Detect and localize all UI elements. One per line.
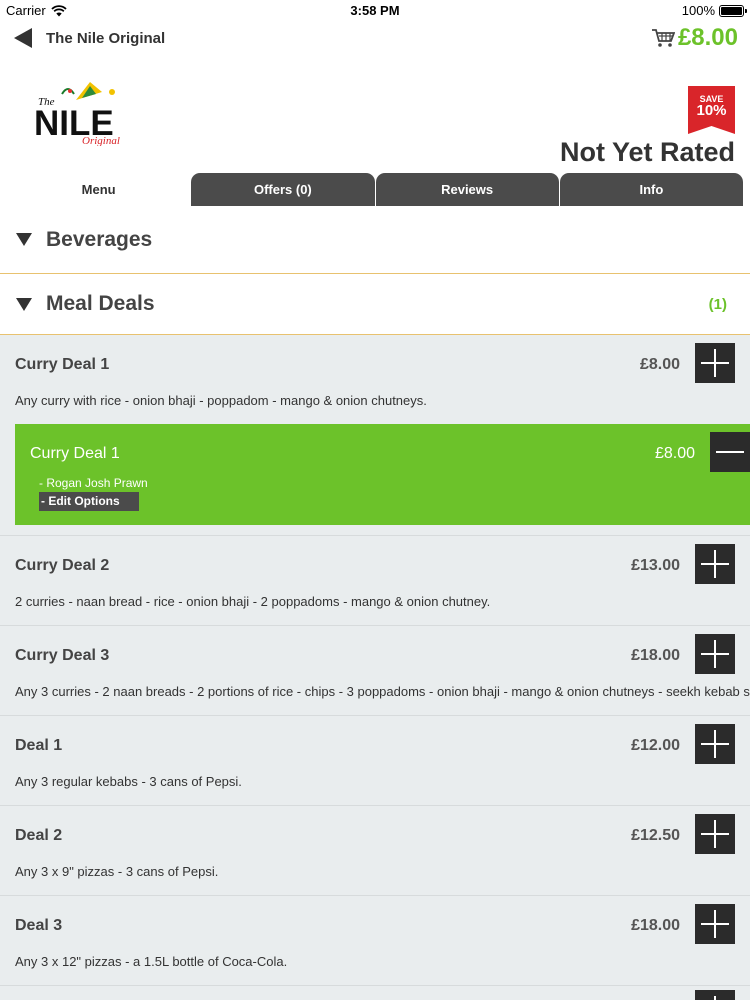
menu-item[interactable]: Curry Deal 2 £13.00 2 curries - naan bre… [0, 536, 750, 626]
menu-item[interactable]: Deal 2 £12.50 Any 3 x 9" pizzas - 3 cans… [0, 806, 750, 896]
item-price: £12.50 [631, 827, 680, 844]
item-description: Any 3 curries - 2 naan breads - 2 portio… [15, 684, 750, 699]
item-price: £8.00 [639, 356, 680, 373]
cart-entry-wrapper: Curry Deal 1 £8.00 - Rogan Josh Prawn - … [0, 424, 750, 536]
category-title: Beverages [46, 227, 153, 251]
save-percent: 10% [696, 102, 727, 119]
add-item-button[interactable] [695, 724, 735, 764]
tab-bar: Menu Offers (0) Reviews Info [7, 173, 743, 206]
save-badge: SAVE 10% [688, 86, 735, 134]
menu-item[interactable] [0, 986, 750, 1000]
collapse-triangle-icon [16, 297, 32, 311]
item-name: Curry Deal 2 [15, 557, 110, 574]
item-price: £13.00 [631, 557, 680, 574]
cart-entry-price: £8.00 [654, 445, 695, 462]
clock: 3:58 PM [350, 3, 400, 18]
edit-options-button[interactable]: - Edit Options [39, 492, 139, 511]
tab-reviews[interactable]: Reviews [375, 173, 559, 206]
item-name: Deal 2 [15, 827, 63, 844]
item-price: £18.00 [631, 647, 680, 664]
rating-status: Not Yet Rated [559, 137, 735, 167]
tab-menu[interactable]: Menu [7, 173, 191, 206]
item-description: 2 curries - naan bread - rice - onion bh… [15, 594, 491, 609]
item-description: Any curry with rice - onion bhaji - popp… [15, 393, 427, 408]
cart-total: £8.00 [677, 24, 738, 51]
cart-button[interactable]: £8.00 [651, 24, 738, 52]
battery-percent: 100% [681, 3, 715, 18]
item-name: Curry Deal 1 [15, 356, 110, 373]
back-arrow-icon [14, 28, 32, 48]
add-item-button[interactable] [695, 634, 735, 674]
item-name: Curry Deal 3 [15, 647, 110, 664]
tab-offers[interactable]: Offers (0) [191, 173, 375, 206]
menu-item[interactable]: Deal 3 £18.00 Any 3 x 12" pizzas - a 1.5… [0, 896, 750, 986]
collapse-triangle-icon [16, 233, 32, 246]
menu-item[interactable]: Curry Deal 3 £18.00 Any 3 curries - 2 na… [0, 626, 750, 716]
category-title: Meal Deals [46, 292, 155, 315]
item-name: Deal 1 [15, 737, 63, 754]
item-description: Any 3 regular kebabs - 3 cans of Pepsi. [15, 774, 242, 789]
battery-icon [719, 4, 747, 17]
tab-info[interactable]: Info [559, 173, 743, 206]
item-description: Any 3 x 12" pizzas - a 1.5L bottle of Co… [15, 954, 288, 969]
cart-icon [651, 29, 675, 47]
nav-bar: The Nile Original £8.00 [0, 22, 750, 60]
cart-entry-option: - Rogan Josh Prawn [39, 476, 148, 490]
status-bar: Carrier 3:58 PM 100% [0, 0, 750, 22]
restaurant-name: The Nile Original [46, 29, 166, 47]
add-item-button[interactable] [695, 904, 735, 944]
battery-info: 100% [681, 3, 747, 18]
cart-entry-name: Curry Deal 1 [30, 445, 120, 462]
add-item-button[interactable] [695, 343, 735, 383]
cart-entry: Curry Deal 1 £8.00 - Rogan Josh Prawn - … [15, 424, 750, 525]
item-name: Deal 3 [15, 917, 63, 934]
menu-item[interactable]: Deal 1 £12.00 Any 3 regular kebabs - 3 c… [0, 716, 750, 806]
remove-item-button[interactable] [710, 432, 750, 472]
item-price: £18.00 [631, 917, 680, 934]
menu-list: Beverages Meal Deals (1) Curry Deal 1 £8… [0, 206, 750, 1000]
category-beverages[interactable]: Beverages [0, 206, 750, 274]
item-price: £12.00 [631, 737, 680, 754]
menu-item[interactable]: Curry Deal 1 £8.00 Any curry with rice -… [0, 335, 750, 424]
category-count: (1) [708, 295, 727, 313]
back-button[interactable]: The Nile Original [14, 28, 165, 48]
add-item-button[interactable] [695, 544, 735, 584]
svg-text:Original: Original [82, 135, 120, 146]
add-item-button[interactable] [695, 990, 735, 1000]
add-item-button[interactable] [695, 814, 735, 854]
category-meal-deals[interactable]: Meal Deals (1) [0, 274, 750, 335]
item-description: Any 3 x 9" pizzas - 3 cans of Pepsi. [15, 864, 219, 879]
restaurant-logo: The NILE Original [32, 80, 126, 147]
